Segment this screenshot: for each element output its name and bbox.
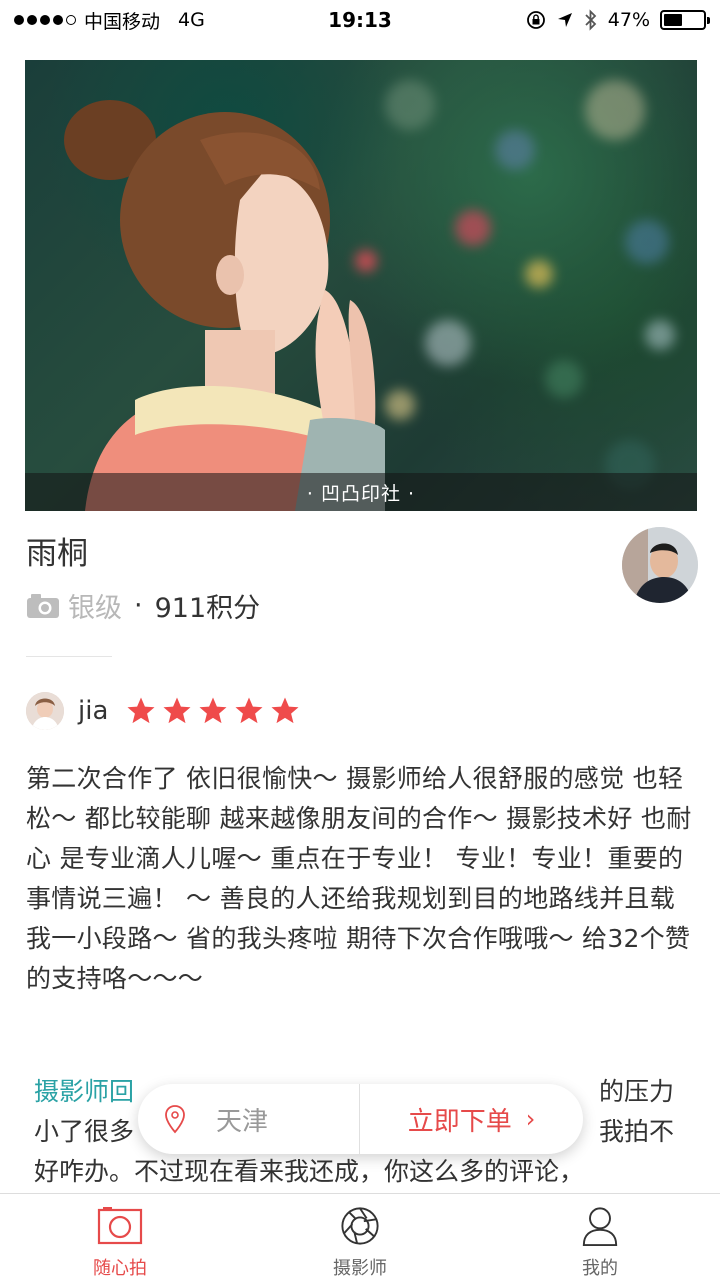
star-icon: [235, 697, 263, 724]
tab-label: 随心拍: [93, 1258, 147, 1279]
cover-photo[interactable]: · 凹凸印社 ·: [25, 60, 697, 511]
location-pin-icon: [165, 1105, 185, 1134]
network-type: 4G: [178, 9, 205, 31]
tab-label: 摄影师: [333, 1258, 387, 1279]
bluetooth-icon: [585, 9, 597, 31]
status-bar: 中国移动 4G 19:13 47%: [0, 0, 720, 40]
tab-photographers[interactable]: 摄影师: [240, 1194, 480, 1280]
tab-casual-shoot[interactable]: 随心拍: [0, 1194, 240, 1280]
model-name: 雨桐: [26, 536, 88, 572]
studio-watermark: · 凹凸印社 ·: [25, 473, 697, 511]
bottom-tab-bar: 随心拍 摄影师 我的: [0, 1193, 720, 1280]
aperture-icon: [341, 1207, 379, 1245]
location-icon: [557, 13, 572, 27]
member-level: 银级: [68, 593, 122, 624]
camera-icon: [97, 1207, 143, 1245]
star-icon: [127, 697, 155, 724]
points-value: 911积分: [154, 593, 261, 624]
battery-percent: 47%: [607, 9, 650, 31]
user-icon: [582, 1207, 618, 1246]
photographer-avatar[interactable]: [622, 527, 698, 603]
tab-label: 我的: [582, 1258, 618, 1279]
reviewer-name: jia: [78, 696, 109, 726]
carrier-name: 中国移动: [84, 10, 161, 33]
reply-line2-tail: 我拍不: [598, 1117, 674, 1146]
chevron-right-icon: ›: [525, 1105, 536, 1133]
floating-action-bar: 天津 立即下单 ›: [138, 1084, 583, 1154]
reply-line1-tail: 的压力: [598, 1077, 674, 1106]
meta-separator: ·: [134, 590, 143, 621]
battery-icon: [660, 10, 710, 30]
rotation-lock-icon: [526, 11, 545, 29]
review-text: 第二次合作了 依旧很愉快～ 摄影师给人很舒服的感觉 也轻松～ 都比较能聊 越来越…: [26, 764, 692, 993]
signal-strength-icon: [14, 15, 76, 25]
order-now-button[interactable]: 立即下单 ›: [360, 1084, 583, 1154]
city-name: 天津: [216, 1106, 269, 1137]
profile-meta: 银级 · 911积分: [26, 586, 260, 625]
reply-label: 摄影师回: [34, 1077, 135, 1106]
review-header: jia: [26, 692, 300, 730]
divider: [26, 656, 112, 657]
reviewer-avatar[interactable]: [26, 692, 64, 730]
reply-line3: 好咋办。不过现在看来我还成，你这么多的评论，: [34, 1157, 585, 1186]
portrait-figure: [64, 100, 385, 511]
tab-me[interactable]: 我的: [480, 1194, 720, 1280]
star-icon: [199, 697, 227, 724]
camera-icon: [27, 593, 59, 618]
star-icon: [163, 697, 191, 724]
reply-line2-head: 小了很多: [34, 1117, 135, 1146]
star-icon: [271, 697, 299, 724]
city-selector[interactable]: 天津: [138, 1084, 360, 1154]
order-now-label: 立即下单: [407, 1106, 512, 1137]
rating-stars: [126, 696, 300, 726]
